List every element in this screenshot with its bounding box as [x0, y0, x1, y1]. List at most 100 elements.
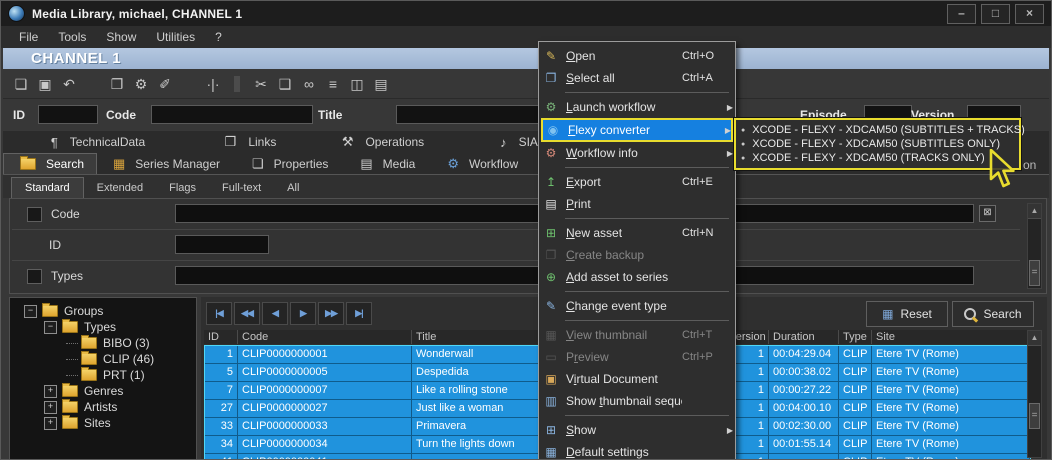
menu-item-workflow-info[interactable]: ⚙ Workflow info ▶ [541, 142, 733, 164]
id-field[interactable] [38, 105, 98, 124]
menu-item-show[interactable]: ⊞ Show ▶ [541, 419, 733, 441]
adjust-icon[interactable]: ·|· [201, 74, 225, 94]
film-cut-icon[interactable]: ✂ [249, 74, 273, 94]
close-button[interactable]: × [1015, 4, 1044, 24]
submenu-item-xdcam50-subtitles-tracks[interactable]: ● XCODE - FLEXY - XDCAM50 (SUBTITLES + T… [741, 123, 1014, 137]
prev-button[interactable]: ◀ [262, 302, 288, 325]
menu-item-select-all[interactable]: ❐ Select all Ctrl+A [541, 67, 733, 89]
tree-item-label: Sites [84, 416, 111, 430]
minimize-button[interactable]: – [947, 4, 976, 24]
save-icon[interactable]: ▣ [33, 74, 57, 94]
menu-show[interactable]: Show [96, 28, 146, 46]
menu-item-export[interactable]: ↥ Export Ctrl+E [541, 171, 733, 193]
menu-item-create-backup[interactable]: ❐ Create backup [541, 244, 733, 266]
reset-button[interactable]: ▦ Reset [866, 301, 948, 327]
types-checkbox[interactable] [27, 269, 42, 284]
tree-item-types[interactable]: − Types [10, 319, 196, 335]
form-scrollbar[interactable]: ▲ = [1027, 203, 1042, 289]
menu-item-show-thumbnail-sequence[interactable]: ▥ Show thumbnail sequence [541, 390, 733, 412]
copy-to-icon[interactable]: ❑ [273, 74, 297, 94]
next-button[interactable]: ▶ [290, 302, 316, 325]
collapse-icon[interactable]: − [24, 305, 37, 318]
menu-item-print[interactable]: ▤ Print [541, 193, 733, 215]
clear-code-button[interactable]: ⊠ [979, 205, 996, 222]
menu-item-default-settings[interactable]: ▦ Default settings [541, 441, 733, 460]
tab-operations[interactable]: ⚒ Operations [308, 134, 458, 150]
fast-forward-button[interactable]: ▶▶ [318, 302, 344, 325]
menu-item-flexy-converter[interactable]: ◉ Flexy converter ▶ [541, 118, 733, 142]
reset-button-label: Reset [900, 307, 931, 321]
tree-item-bibo[interactable]: BIBO (3) [10, 335, 196, 351]
cell-duration: 00:04:00.10 [769, 400, 839, 417]
col-code[interactable]: Code [238, 330, 412, 344]
menu-item-view-thumbnail[interactable]: ▦ View thumbnail Ctrl+T [541, 324, 733, 346]
tree-item-genres[interactable]: + Genres [10, 383, 196, 399]
new-document-icon[interactable]: ❏ [9, 74, 33, 94]
submenu-item-xdcam50-subtitles-only[interactable]: ● XCODE - FLEXY - XDCAM50 (SUBTITLES ONL… [741, 137, 1014, 151]
code-checkbox[interactable] [27, 207, 42, 222]
search-button-label: Search [983, 307, 1021, 321]
col-id[interactable]: ID [204, 330, 238, 344]
subtab-flags[interactable]: Flags [156, 178, 209, 198]
submenu-item-xdcam50-tracks-only[interactable]: ● XCODE - FLEXY - XDCAM50 (TRACKS ONLY) [741, 151, 1014, 165]
expand-icon[interactable]: + [44, 385, 57, 398]
menu-utilities[interactable]: Utilities [146, 28, 205, 46]
document-preview-icon[interactable]: ◫ [345, 74, 369, 94]
copy-icon[interactable]: ❐ [105, 74, 129, 94]
subtab-all[interactable]: All [274, 178, 312, 198]
tree-item-clip[interactable]: CLIP (46) [10, 351, 196, 367]
magnifier-icon [964, 308, 976, 320]
tab-technicaldata[interactable]: ¶ TechnicalData [3, 135, 193, 150]
collapse-icon[interactable]: − [44, 321, 57, 334]
last-page-button[interactable]: ▶| [346, 302, 372, 325]
tab-series-manager[interactable]: ▦ Series Manager [97, 153, 236, 174]
first-page-button[interactable]: |◀ [206, 302, 232, 325]
expand-icon[interactable]: + [44, 401, 57, 414]
subtab-fulltext[interactable]: Full-text [209, 178, 274, 198]
table-scrollbar[interactable]: ▲ = [1027, 330, 1042, 458]
tree-item-sites[interactable]: + Sites [10, 415, 196, 431]
search-button[interactable]: Search [952, 301, 1034, 327]
menu-help[interactable]: ? [205, 28, 232, 46]
tab-properties[interactable]: ❏ Properties [236, 153, 344, 174]
menu-item-new-asset[interactable]: ⊞ New asset Ctrl+N [541, 222, 733, 244]
tab-workflow[interactable]: ⚙ Workflow [431, 153, 534, 174]
menu-item-virtual-document[interactable]: ▣ Virtual Document [541, 368, 733, 390]
col-duration[interactable]: Duration [769, 330, 839, 344]
edit-wand-icon[interactable]: ✐ [153, 74, 177, 94]
scroll-up-icon[interactable]: ▲ [1028, 204, 1041, 219]
subtab-standard[interactable]: Standard [11, 177, 84, 198]
menu-tools[interactable]: Tools [48, 28, 96, 46]
partial-hidden-tab-label[interactable]: on [1023, 158, 1036, 172]
subtab-extended[interactable]: Extended [84, 178, 156, 198]
tree-item-groups[interactable]: − Groups [10, 303, 196, 319]
stack-icon[interactable]: ≡ [321, 74, 345, 94]
tree-item-prt[interactable]: PRT (1) [10, 367, 196, 383]
binoculars-icon[interactable]: ∞ [297, 74, 321, 94]
undo-icon[interactable]: ↶ [57, 74, 81, 94]
table-scrollbar-thumb[interactable]: = [1029, 403, 1040, 429]
col-site[interactable]: Site [872, 330, 1031, 344]
menu-item-change-event-type[interactable]: ✎ Change event type [541, 295, 733, 317]
gear-icon[interactable]: ⚙ [129, 74, 153, 94]
scroll-up-icon[interactable]: ▲ [1028, 331, 1041, 346]
tab-media[interactable]: ▤ Media [344, 153, 431, 174]
fast-back-button[interactable]: ◀◀ [234, 302, 260, 325]
menu-item-open[interactable]: ✎ Open Ctrl+O [541, 45, 733, 67]
maximize-button[interactable]: □ [981, 4, 1010, 24]
form-scrollbar-thumb[interactable]: = [1029, 260, 1040, 286]
menu-item-label: Default settings [566, 445, 682, 459]
script-icon[interactable]: ▤ [369, 74, 393, 94]
filmstrip-icon[interactable] [225, 74, 249, 94]
tab-search[interactable]: Search [3, 153, 97, 174]
tab-links[interactable]: ❒ Links [193, 134, 308, 150]
menu-item-preview[interactable]: ▭ Preview Ctrl+P [541, 346, 733, 368]
tree-item-artists[interactable]: + Artists [10, 399, 196, 415]
col-type[interactable]: Type [839, 330, 872, 344]
expand-icon[interactable]: + [44, 417, 57, 430]
menu-item-launch-workflow[interactable]: ⚙ Launch workflow ▶ [541, 96, 733, 118]
code-field[interactable] [151, 105, 313, 124]
menu-item-add-asset-to-series[interactable]: ⊕ Add asset to series [541, 266, 733, 288]
menu-file[interactable]: File [9, 28, 48, 46]
form-id-input[interactable] [175, 235, 269, 254]
